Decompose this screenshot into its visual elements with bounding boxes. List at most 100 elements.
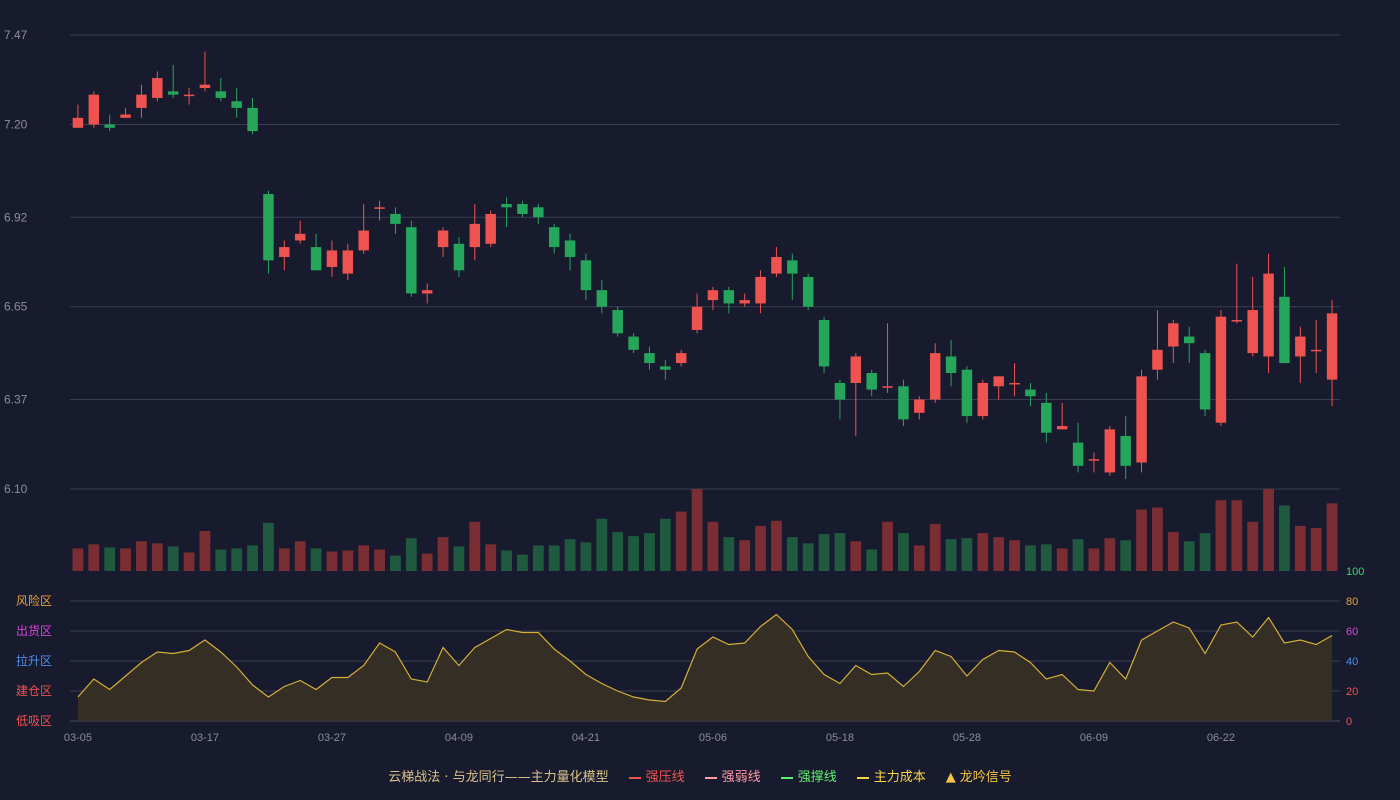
- candle-body: [945, 356, 957, 374]
- legend-item: ▲ 龙吟信号: [946, 766, 1012, 785]
- candle: [1247, 276, 1258, 357]
- volume-bar: [723, 537, 735, 571]
- x-tick-label: 03-17: [191, 732, 219, 744]
- candle: [660, 359, 671, 380]
- volume-bar: [1056, 548, 1068, 571]
- candle-body: [596, 290, 608, 307]
- legend-item: 云梯战法 · 与龙同行——主力量化模型: [388, 766, 608, 785]
- volume-bar: [1294, 525, 1306, 571]
- candle: [548, 223, 560, 254]
- x-tick-label: 05-28: [953, 732, 981, 744]
- volume-bar: [405, 538, 417, 571]
- candle-body: [707, 290, 719, 301]
- candle-body: [914, 399, 925, 413]
- volume-bar: [834, 533, 846, 571]
- candle: [866, 369, 877, 397]
- zone-label: 低吸区: [16, 714, 52, 728]
- candle-body: [421, 290, 433, 294]
- volume-bar: [453, 546, 465, 571]
- candle: [1152, 310, 1163, 380]
- candle-body: [882, 386, 893, 388]
- candle: [596, 280, 608, 314]
- candle-body: [136, 94, 147, 108]
- candle: [1072, 422, 1084, 473]
- stock-chart: 7.47 7.20 6.92 6.65 6.37 6.10 100 80 60 40 20 0 风险区出…: [4, 28, 1364, 744]
- volume-bar: [1183, 541, 1195, 571]
- volume-bar: [628, 536, 639, 571]
- candle: [1136, 369, 1147, 473]
- legend-label: 云梯战法 · 与龙同行——主力量化模型: [388, 770, 609, 785]
- candle: [231, 88, 242, 118]
- candle-body: [263, 194, 274, 261]
- candle-body: [1310, 349, 1322, 352]
- volume-bar: [866, 549, 878, 571]
- candle: [437, 227, 449, 258]
- candle-body: [580, 260, 592, 291]
- volume-bar: [1072, 539, 1084, 571]
- candle: [263, 190, 274, 274]
- candle-body: [152, 78, 163, 98]
- price-tick-label: 7.47: [4, 28, 28, 42]
- candle-body: [199, 84, 211, 89]
- volume-bar: [342, 550, 354, 571]
- volume-bar: [437, 537, 449, 571]
- candle-body: [485, 213, 496, 244]
- candle-body: [326, 250, 338, 267]
- volume-bar: [294, 541, 306, 571]
- candle: [279, 240, 290, 271]
- candle: [771, 247, 782, 277]
- candle-body: [977, 382, 989, 417]
- candle-body: [374, 207, 385, 209]
- candle-body: [1231, 319, 1243, 322]
- volume-bar: [913, 545, 925, 571]
- candle-body: [866, 373, 877, 390]
- volume-bar: [1310, 527, 1322, 571]
- zone-label: 建仓区: [16, 684, 52, 698]
- volume-bar: [1326, 503, 1338, 571]
- candle: [136, 84, 147, 118]
- candle: [675, 349, 687, 367]
- candle-body: [548, 227, 560, 248]
- volume-bar: [612, 532, 624, 571]
- legend-item: 主力成本: [856, 766, 926, 785]
- legend-item: 强弱线: [704, 766, 761, 785]
- candle-body: [660, 366, 671, 370]
- candle: [802, 273, 814, 311]
- candle: [501, 197, 512, 228]
- indicator-tick-label: 0: [1346, 716, 1352, 728]
- candle-body: [929, 353, 941, 400]
- candle-body: [1247, 310, 1258, 354]
- volume-bar: [771, 520, 782, 571]
- candle-body: [834, 382, 846, 400]
- candle-body: [802, 276, 814, 307]
- volume-bar: [580, 542, 592, 571]
- candle-body: [1088, 459, 1100, 461]
- candle: [1183, 326, 1195, 364]
- candle-body: [294, 233, 306, 241]
- volume-bar: [675, 511, 687, 571]
- candle-body: [1326, 313, 1338, 380]
- volume-bar: [104, 547, 116, 571]
- volume-bar: [977, 533, 989, 571]
- candle-body: [1072, 442, 1084, 466]
- candle-body: [390, 213, 401, 224]
- candle-body: [612, 310, 623, 334]
- candle: [485, 210, 496, 248]
- candle: [88, 91, 100, 128]
- candle: [739, 293, 750, 307]
- indicator-tick-label: 100: [1346, 566, 1364, 578]
- candle-body: [723, 290, 735, 304]
- candle: [1056, 402, 1068, 430]
- volume-bar: [786, 537, 798, 571]
- volume-bar: [755, 525, 766, 571]
- candle-body: [1295, 336, 1306, 357]
- candle: [1041, 392, 1052, 443]
- candle: [628, 333, 639, 354]
- legend-label: 强弱线: [721, 770, 761, 785]
- candle: [691, 293, 703, 334]
- volume-bar: [374, 549, 385, 571]
- candle: [818, 316, 830, 374]
- volume-bar: [1215, 500, 1227, 571]
- candle-body: [628, 336, 639, 350]
- candle: [1215, 310, 1227, 427]
